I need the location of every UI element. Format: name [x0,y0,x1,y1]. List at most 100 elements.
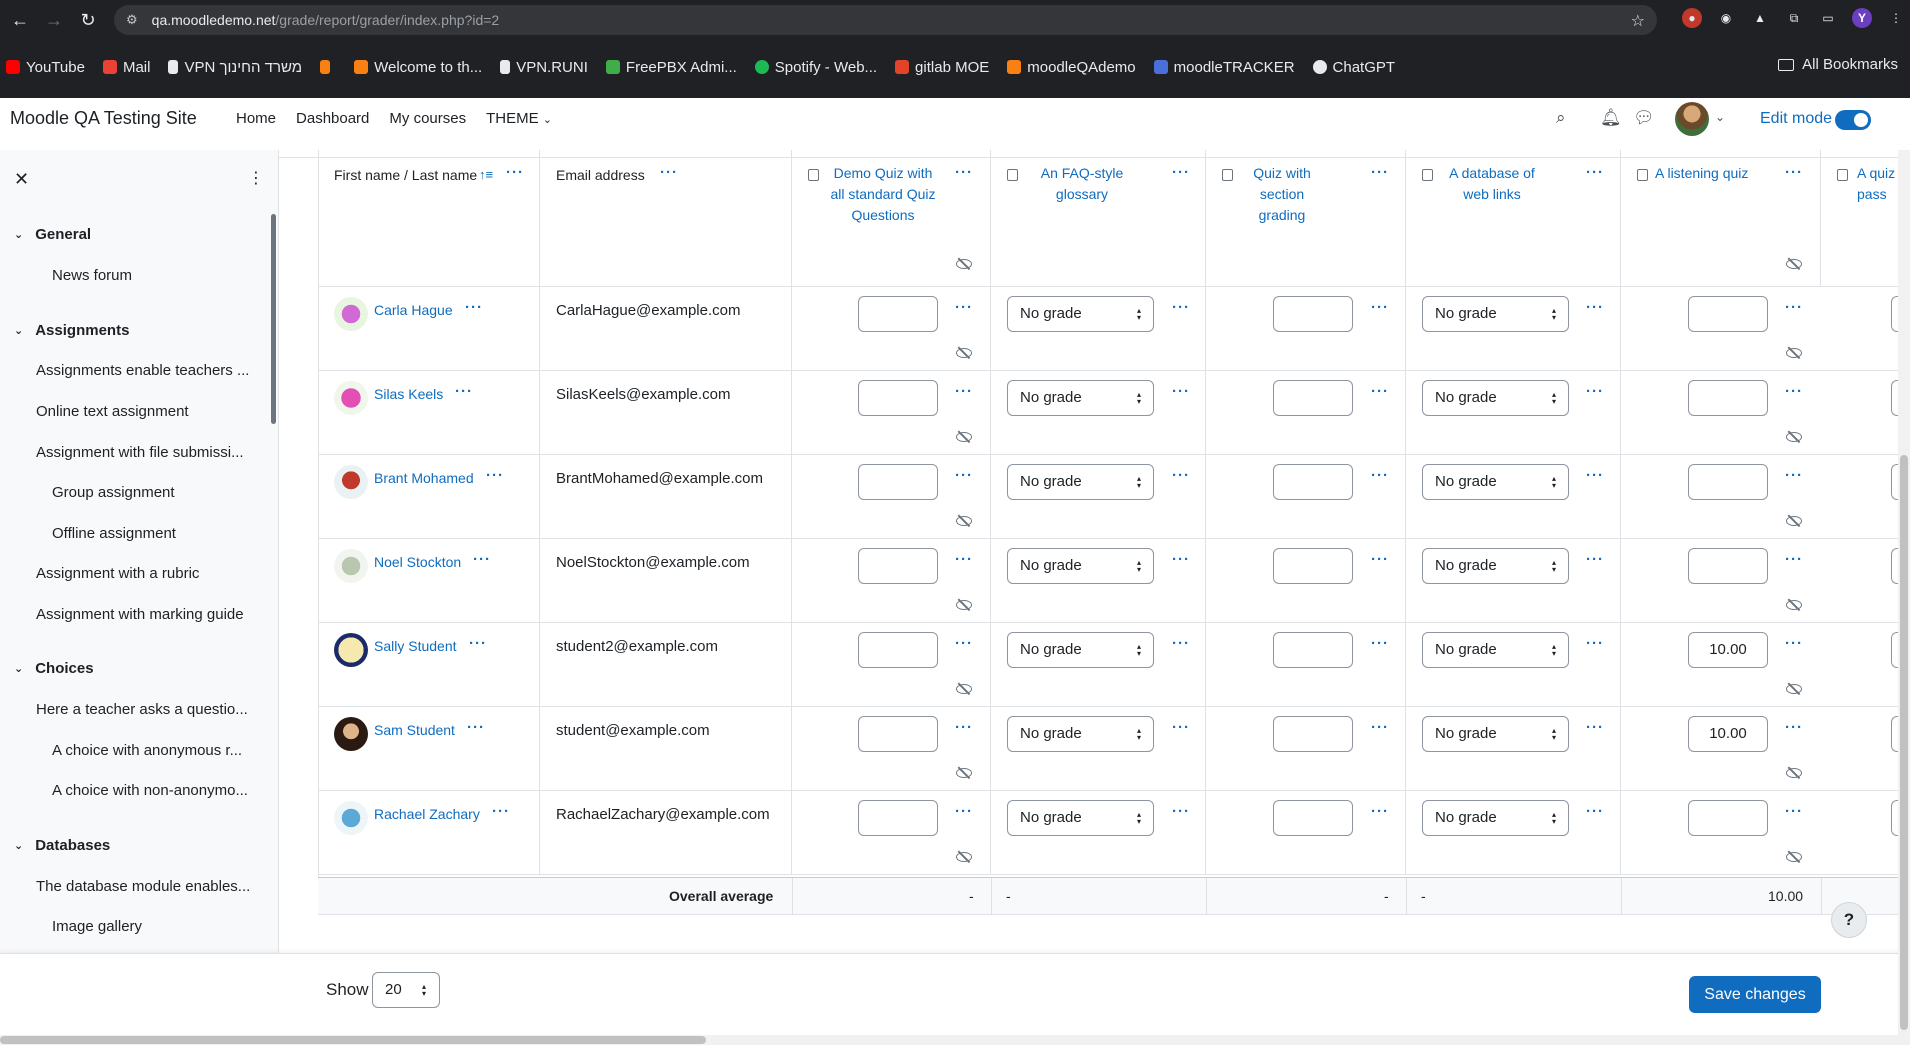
cell-actions-icon[interactable]: ··· [955,467,973,484]
grade-item-link[interactable]: Quiz with section grading [1242,163,1322,226]
sort-asc-icon[interactable]: ↑≡ [479,167,493,182]
reload-icon[interactable]: ↻ [74,6,102,34]
cell-actions-icon[interactable]: ··· [1172,635,1190,652]
cell-actions-icon[interactable]: ··· [1586,719,1604,736]
notification-bell-icon[interactable]: 🔔︎ [1600,108,1622,128]
student-name-link[interactable]: Silas Keels [374,386,443,402]
column-actions-icon[interactable]: ··· [506,164,524,181]
grade-input[interactable] [1688,380,1768,416]
avatar[interactable] [334,633,368,667]
grade-input[interactable] [1273,632,1353,668]
nav-home[interactable]: Home [236,110,276,127]
cell-actions-icon[interactable]: ··· [1371,551,1389,568]
grade-input[interactable] [858,296,938,332]
grade-input[interactable] [1891,296,1898,332]
course-item[interactable]: Offline assignment [52,525,176,542]
cell-actions-icon[interactable]: ··· [1586,383,1604,400]
drawer-scrollbar[interactable] [271,214,276,424]
cell-actions-icon[interactable]: ··· [1172,467,1190,484]
section-choices[interactable]: ⌄ Choices [14,660,94,677]
grade-select[interactable]: No grade [1007,380,1154,416]
bookmark-vpn-edu[interactable]: VPN משרד החינוך [168,59,302,76]
cell-actions-icon[interactable]: ··· [1172,803,1190,820]
grade-input[interactable] [1891,632,1898,668]
cell-actions-icon[interactable]: ··· [1586,635,1604,652]
cell-actions-icon[interactable]: ··· [1785,299,1803,316]
grade-input[interactable] [1273,716,1353,752]
messages-icon[interactable]: 💬︎ [1633,108,1655,128]
cell-actions-icon[interactable]: ··· [1371,635,1389,652]
grade-input[interactable]: 10.00 [1688,632,1768,668]
student-actions-icon[interactable]: ··· [473,551,491,568]
help-button[interactable]: ? [1831,902,1867,938]
course-item[interactable]: Assignment with marking guide [36,606,244,623]
course-item[interactable]: Assignments enable teachers ... [36,362,249,379]
student-name-link[interactable]: Sally Student [374,638,457,654]
close-icon[interactable]: ✕ [14,169,29,190]
nav-dashboard[interactable]: Dashboard [296,110,369,127]
cell-actions-icon[interactable]: ··· [955,635,973,652]
cell-actions-icon[interactable]: ··· [1172,551,1190,568]
cell-actions-icon[interactable]: ··· [1785,551,1803,568]
grade-input[interactable] [1688,296,1768,332]
side-panel-icon[interactable]: ▭ [1818,8,1838,28]
cell-actions-icon[interactable]: ··· [1785,719,1803,736]
grade-input[interactable] [1688,464,1768,500]
cell-actions-icon[interactable]: ··· [1371,719,1389,736]
student-actions-icon[interactable]: ··· [469,635,487,652]
extension-icon[interactable]: ◉ [1716,8,1736,28]
student-actions-icon[interactable]: ··· [492,803,510,820]
grade-item-link[interactable]: A quiz pass [1857,163,1898,205]
cell-actions-icon[interactable]: ··· [1586,803,1604,820]
avatar[interactable] [334,297,368,331]
grade-input[interactable] [858,800,938,836]
cell-actions-icon[interactable]: ··· [1785,803,1803,820]
bookmark-freepbx[interactable]: FreePBX Admi... [605,59,737,76]
grade-input[interactable] [1273,296,1353,332]
cell-actions-icon[interactable]: ··· [1172,299,1190,316]
course-item[interactable]: Image gallery [52,918,142,935]
column-actions-icon[interactable]: ··· [1371,164,1389,181]
cell-actions-icon[interactable]: ··· [955,551,973,568]
cell-actions-icon[interactable]: ··· [1586,551,1604,568]
back-icon[interactable]: ← [6,6,34,34]
grade-item-link[interactable]: An FAQ-style glossary [1027,163,1137,205]
course-item[interactable]: News forum [52,267,132,284]
student-actions-icon[interactable]: ··· [465,299,483,316]
grade-select[interactable]: No grade [1007,716,1154,752]
grade-select[interactable]: No grade [1422,800,1569,836]
cell-actions-icon[interactable]: ··· [1785,635,1803,652]
student-name-link[interactable]: Brant Mohamed [374,470,474,486]
section-general[interactable]: ⌄ General [14,226,91,243]
grade-select[interactable]: No grade [1422,296,1569,332]
section-assignments[interactable]: ⌄ Assignments [14,322,129,339]
course-item[interactable]: Here a teacher asks a questio... [36,701,248,718]
grade-input[interactable] [858,464,938,500]
grade-input[interactable] [1273,464,1353,500]
grade-select[interactable]: No grade [1007,464,1154,500]
grade-input[interactable] [858,632,938,668]
student-name-link[interactable]: Rachael Zachary [374,806,480,822]
url-bar[interactable]: ⚙ qa.moodledemo.net/grade/report/grader/… [114,5,1657,35]
cell-actions-icon[interactable]: ··· [1371,467,1389,484]
grade-select[interactable]: No grade [1422,548,1569,584]
column-email-title[interactable]: Email address [556,167,645,183]
bookmark-moodletracker[interactable]: moodleTRACKER [1153,59,1295,76]
cell-actions-icon[interactable]: ··· [1172,383,1190,400]
avatar[interactable] [334,381,368,415]
avatar[interactable] [334,717,368,751]
student-actions-icon[interactable]: ··· [467,719,485,736]
search-icon[interactable]: ⌕ [1556,108,1566,128]
site-info-icon[interactable]: ⚙ [126,12,138,28]
grade-item-link[interactable]: Demo Quiz with all standard Quiz Questio… [828,163,938,226]
cell-actions-icon[interactable]: ··· [955,299,973,316]
grade-select[interactable]: No grade [1007,296,1154,332]
student-actions-icon[interactable]: ··· [486,467,504,484]
nav-theme[interactable]: THEME ⌄ [486,110,552,127]
student-name-link[interactable]: Carla Hague [374,302,453,318]
grade-select[interactable]: No grade [1007,632,1154,668]
bookmark-vpn-runi[interactable]: VPN.RUNI [500,59,588,76]
cell-actions-icon[interactable]: ··· [1586,299,1604,316]
save-changes-button[interactable]: Save changes [1689,976,1821,1013]
avatar[interactable] [334,465,368,499]
